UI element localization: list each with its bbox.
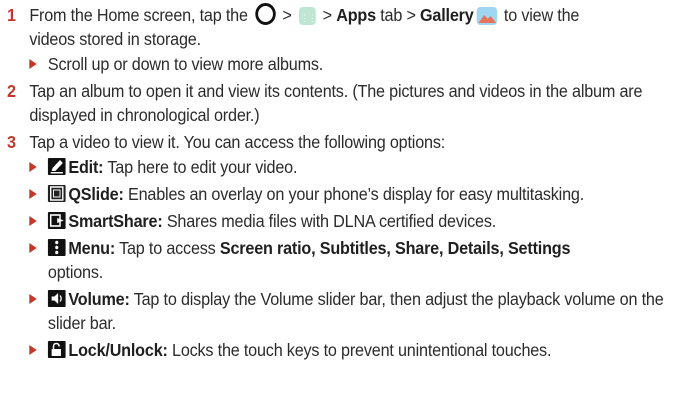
option-desc: Tap to display the Volume slider bar, th… xyxy=(47,289,664,333)
bullet-arrow-icon xyxy=(29,189,37,199)
step-3: 3 Tap a video to view it. You can access… xyxy=(7,130,686,154)
option-desc: Tap to access xyxy=(115,238,220,258)
step-1-text: From the Home screen, tap the xyxy=(29,5,248,25)
menu-icon xyxy=(47,239,66,256)
bullet-arrow-icon xyxy=(29,59,37,69)
lock-icon xyxy=(47,341,66,358)
bullet-arrow-icon xyxy=(29,216,37,226)
option-label: Lock/Unlock: xyxy=(68,340,168,360)
step-1-sub: Scroll up or down to view more albums. xyxy=(29,52,686,76)
step-number: 1 xyxy=(7,5,16,25)
volume-icon xyxy=(47,290,66,307)
edit-icon xyxy=(47,158,66,175)
option-desc: Tap here to edit your video. xyxy=(103,157,298,177)
bullet-arrow-icon xyxy=(29,294,37,304)
step-2: 2 Tap an album to open it and view its c… xyxy=(7,79,686,127)
tab-text: tab > xyxy=(375,5,421,25)
option-label: Menu: xyxy=(68,238,116,258)
step-3-text: Tap a video to view it. You can access t… xyxy=(29,132,446,152)
bullet-arrow-icon xyxy=(29,162,37,172)
home-circle-icon xyxy=(254,3,276,25)
gallery-icon xyxy=(476,7,497,25)
option-desc: Shares media files with DLNA certified d… xyxy=(162,211,497,231)
step-2-text: Tap an album to open it and view its con… xyxy=(29,81,643,125)
menu-items: Screen ratio, Subtitles, Share, Details,… xyxy=(219,238,571,258)
step-1: 1 From the Home screen, tap the > > Apps… xyxy=(7,3,686,51)
option-label: QSlide: xyxy=(68,184,124,204)
option-desc: Locks the touch keys to prevent unintent… xyxy=(167,340,552,360)
option-qslide: QSlide: Enables an overlay on your phone… xyxy=(29,182,686,206)
sub-text: Scroll up or down to view more albums. xyxy=(47,54,324,74)
bullet-arrow-icon xyxy=(29,243,37,253)
option-menu: Menu: Tap to access Screen ratio, Subtit… xyxy=(29,236,686,284)
instructions: 1 From the Home screen, tap the > > Apps… xyxy=(7,3,686,362)
manual-page: 1 From the Home screen, tap the > > Apps… xyxy=(0,0,692,395)
option-desc: Enables an overlay on your phone’s displ… xyxy=(123,184,585,204)
step-1-text-cont: videos stored in storage. xyxy=(29,29,201,49)
smartshare-icon xyxy=(47,212,66,229)
qslide-icon xyxy=(47,185,66,202)
option-label: Edit: xyxy=(68,157,104,177)
separator: > xyxy=(278,5,297,25)
gallery-label: Gallery xyxy=(420,5,474,25)
apps-grid-icon xyxy=(298,6,323,30)
step-number: 2 xyxy=(7,81,16,101)
option-lock: Lock/Unlock: Locks the touch keys to pre… xyxy=(29,338,686,362)
option-edit: Edit: Tap here to edit your video. xyxy=(29,155,686,179)
option-desc-tail: options. xyxy=(47,262,104,282)
apps-label: Apps xyxy=(336,5,376,25)
option-smartshare: SmartShare: Shares media files with DLNA… xyxy=(29,209,686,233)
step-1-text-end: to view the xyxy=(499,5,580,25)
option-label: SmartShare: xyxy=(68,211,163,231)
step-number: 3 xyxy=(7,132,16,152)
option-label: Volume: xyxy=(68,289,130,309)
bullet-arrow-icon xyxy=(29,345,37,355)
option-volume: Volume: Tap to display the Volume slider… xyxy=(29,287,686,335)
